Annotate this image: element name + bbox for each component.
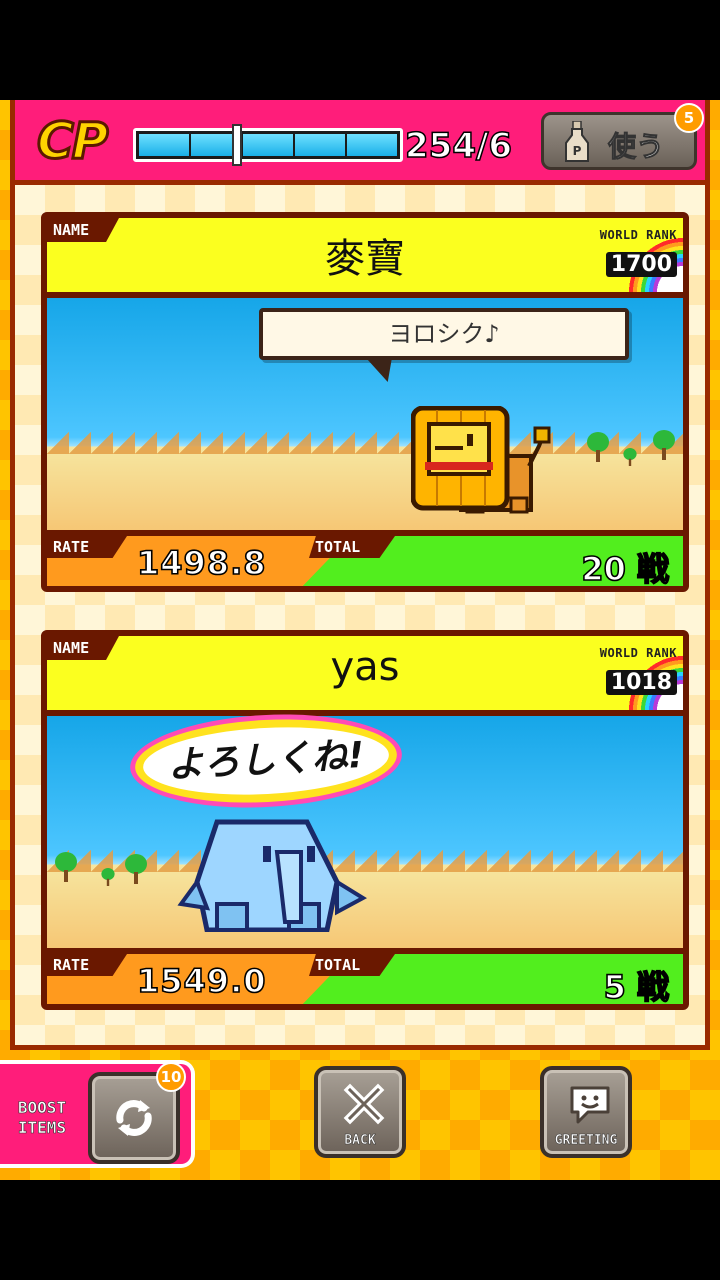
game-screen: CP 254/6 P 使う 5 NAME 麥寶 WORLD RANK 1700 … [0,100,720,1180]
name-bar: NAME yas WORLD RANK 1018 [47,636,683,710]
elephant-character [177,819,367,932]
world-rank-value: 1700 [605,252,677,277]
tree [587,432,609,462]
world-rank-label: WORLD RANK [599,646,677,660]
player-card: NAME yas WORLD RANK 1018 よろしくね! RATE TOT… [41,630,689,1010]
speech-bubble-icon [570,1086,610,1124]
boost-label-line2: ITEMS [17,1118,67,1138]
svg-text:P: P [573,144,582,158]
lion-character [411,406,551,514]
world-rank-box: WORLD RANK 1700 [563,218,683,292]
boost-items-panel: BOOST ITEMS 10 [0,1060,195,1168]
desert-scene: ヨロシク♪ [47,298,683,530]
player-card: NAME 麥寶 WORLD RANK 1700 ヨロシク♪ RATE TOTAL… [41,212,689,592]
cp-gauge [133,128,403,162]
cp-header: CP 254/6 P 使う 5 [15,100,705,185]
desert-scene: よろしくね! [47,713,683,948]
back-label: BACK [344,1133,376,1149]
greeting-speech-bubble: ヨロシク♪ [259,308,629,360]
main-frame: CP 254/6 P 使う 5 NAME 麥寶 WORLD RANK 1700 … [10,100,710,1050]
cp-logo: CP [35,111,109,172]
use-item-label: 使う [607,130,665,164]
tree [623,448,637,466]
cp-value: 254/6 [404,125,513,167]
greeting-label: GREETING [554,1133,618,1149]
cp-gauge-marker [232,124,243,166]
close-icon [343,1083,385,1125]
tree [101,868,115,886]
world-rank-box: WORLD RANK 1018 [563,636,683,710]
boost-items-label: BOOST ITEMS [6,1098,78,1138]
rate-tag: RATE [47,536,127,558]
total-value: 5 戦 [603,967,670,1006]
boost-items-count-badge: 10 [156,1062,186,1092]
tree [55,852,77,882]
use-item-button[interactable]: P 使う 5 [541,103,704,170]
tree [125,854,147,884]
tree [653,430,675,460]
world-rank-value: 1018 [605,670,677,695]
rate-value: 1549.0 [136,961,267,1001]
stats-bar: RATE TOTAL 1498.8 20 戦 [47,536,683,588]
bottle-icon: P [565,121,589,162]
rate-value: 1498.8 [136,543,267,583]
use-item-count-badge: 5 [674,103,704,133]
rate-tag: RATE [47,954,127,976]
boost-label-line1: BOOST [17,1098,67,1118]
back-button[interactable]: BACK [314,1066,406,1158]
world-rank-label: WORLD RANK [599,228,677,242]
stats-bar: RATE TOTAL 1549.0 5 戦 [47,954,683,1006]
greeting-speech-bubble: よろしくね! [133,713,399,809]
greeting-button[interactable]: GREETING [540,1066,632,1158]
total-value: 20 戦 [581,549,670,588]
name-bar: NAME 麥寶 WORLD RANK 1700 [47,218,683,292]
refresh-icon [116,1100,152,1136]
